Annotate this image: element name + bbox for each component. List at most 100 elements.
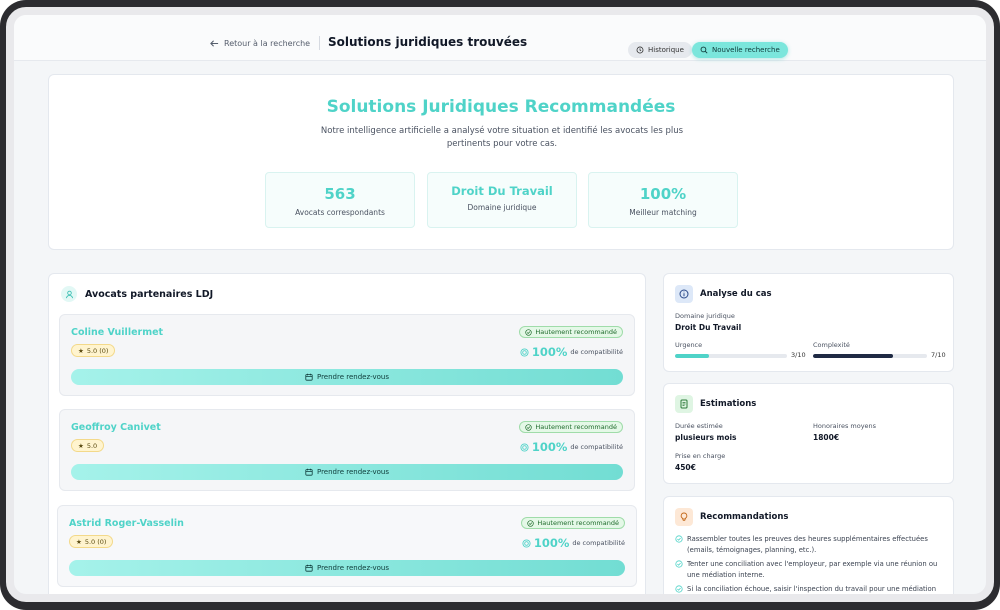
complexity-value: 7/10 <box>931 351 946 359</box>
compatibility: 100% de compatibilité <box>520 440 623 454</box>
urgency-bar-fill <box>675 354 709 358</box>
calendar-icon <box>305 468 313 476</box>
rating-value: 5.0 (0) <box>86 346 109 355</box>
lawyer-name[interactable]: Coline Vuillermet <box>71 327 163 338</box>
book-appointment-button[interactable]: Prendre rendez-vous <box>69 560 625 576</box>
recommended-label: Hautement recommandé <box>535 328 617 336</box>
rating-value: 5.0 (0) <box>84 537 107 546</box>
calendar-icon <box>305 564 313 572</box>
back-link-label: Retour à la recherche <box>224 39 311 48</box>
complexity-bar-fill <box>813 354 893 358</box>
check-circle-icon <box>525 423 533 431</box>
lawyer-name[interactable]: Astrid Roger-Vasselin <box>69 518 184 529</box>
book-appointment-button[interactable]: Prendre rendez-vous <box>71 464 623 480</box>
hero-panel: Solutions Juridiques Recommandées Notre … <box>48 74 954 250</box>
target-icon <box>522 538 531 548</box>
hero-description: Notre intelligence artificielle a analys… <box>320 126 684 149</box>
stat-value: 563 <box>324 185 356 203</box>
arrow-left-icon <box>210 40 219 47</box>
domain-label: Domaine juridique <box>675 312 735 320</box>
analysis-title: Analyse du cas <box>700 289 772 299</box>
star-icon: ★ <box>78 346 84 355</box>
compatibility: 100% de compatibilité <box>520 345 623 359</box>
complexity-label: Complexité <box>813 341 850 349</box>
recommendation-item: Rassembler toutes les preuves des heures… <box>675 534 943 556</box>
lawyer-card: Geoffroy Canivet ★ 5.0 Hautement recomman… <box>59 409 635 491</box>
device-frame: Retour à la recherche Solutions juridiqu… <box>0 0 1000 610</box>
recommendation-text: Rassembler toutes les preuves des heures… <box>687 535 928 554</box>
book-appointment-label: Prendre rendez-vous <box>316 373 389 381</box>
urgency-label: Urgence <box>675 341 703 349</box>
divider <box>319 36 320 50</box>
new-search-button[interactable]: Nouvelle recherche <box>692 42 788 58</box>
analysis-panel: Analyse du cas Domaine juridique Droit D… <box>663 273 954 372</box>
stat-label: Meilleur matching <box>629 208 697 217</box>
check-circle-icon <box>675 585 683 593</box>
duration-label: Durée estimée <box>675 422 723 430</box>
fees-label: Honoraires moyens <box>813 422 877 430</box>
recommended-label: Hautement recommandé <box>535 423 617 431</box>
lawyer-card: Astrid Roger-Vasselin ★ 5.0 (0) Hautement… <box>57 505 637 587</box>
hero-title: Solutions Juridiques Recommandées <box>326 97 676 117</box>
new-search-label: Nouvelle recherche <box>712 46 780 54</box>
compat-percent: 100% <box>531 345 568 359</box>
domain-value: Droit Du Travail <box>675 323 742 332</box>
calendar-icon <box>305 373 313 381</box>
recommendation-text: Si la conciliation échoue, saisir l'insp… <box>687 585 937 593</box>
book-appointment-label: Prendre rendez-vous <box>316 468 389 476</box>
lawyers-panel: Avocats partenaires LDJ Coline Vuillerme… <box>48 273 646 594</box>
check-circle-icon <box>527 519 535 527</box>
care-label: Prise en charge <box>675 452 726 460</box>
recommendations-title: Recommandations <box>700 512 789 522</box>
recommended-label: Hautement recommandé <box>537 519 619 527</box>
user-icon <box>61 286 77 302</box>
recommendations-header: Recommandations <box>675 508 788 526</box>
estimations-header: Estimations <box>675 395 756 413</box>
book-appointment-label: Prendre rendez-vous <box>316 564 389 572</box>
top-bar: Retour à la recherche Solutions juridiqu… <box>14 15 986 61</box>
recommendation-item: Tenter une conciliation avec l'employeur… <box>675 559 943 581</box>
recommendations-panel: Recommandations Rassembler toutes les pr… <box>663 496 954 594</box>
rating-badge: ★ 5.0 <box>71 439 105 452</box>
stat-label: Avocats correspondants <box>295 208 385 217</box>
fees-value: 1800€ <box>813 433 840 442</box>
rating-badge: ★ 5.0 (0) <box>71 344 116 357</box>
lawyers-panel-header: Avocats partenaires LDJ <box>61 286 213 302</box>
stat-value: Droit Du Travail <box>451 184 553 198</box>
stat-matching: 100% Meilleur matching <box>588 172 738 228</box>
lawyer-name[interactable]: Geoffroy Canivet <box>71 422 161 433</box>
back-link[interactable]: Retour à la recherche <box>210 39 310 48</box>
stat-value: 100% <box>639 185 687 203</box>
recommended-badge: Hautement recommandé <box>519 421 623 433</box>
recommended-badge: Hautement recommandé <box>521 517 625 529</box>
check-circle-icon <box>675 560 683 568</box>
info-icon <box>675 285 693 303</box>
rating-value: 5.0 <box>86 441 98 450</box>
star-icon: ★ <box>76 537 82 546</box>
complexity-bar <box>813 354 927 358</box>
app-screen: Retour à la recherche Solutions juridiqu… <box>6 7 994 602</box>
recommended-badge: Hautement recommandé <box>519 326 623 338</box>
recommendation-text: Tenter une conciliation avec l'employeur… <box>687 560 938 579</box>
check-circle-icon <box>675 535 683 543</box>
compat-label: de compatibilité <box>570 443 623 451</box>
estimations-panel: Estimations Durée estimée plusieurs mois… <box>663 383 954 484</box>
compat-label: de compatibilité <box>572 539 625 547</box>
star-icon: ★ <box>78 441 84 450</box>
stat-lawyers: 563 Avocats correspondants <box>265 172 415 228</box>
compat-label: de compatibilité <box>570 348 623 356</box>
check-circle-icon <box>525 328 533 336</box>
rating-badge: ★ 5.0 (0) <box>69 535 114 548</box>
lawyer-card: Coline Vuillermet ★ 5.0 (0) Hautement rec… <box>59 314 635 396</box>
estimations-title: Estimations <box>700 399 757 409</box>
urgency-value: 3/10 <box>791 351 806 359</box>
stat-label: Domaine juridique <box>467 203 537 212</box>
book-appointment-button[interactable]: Prendre rendez-vous <box>71 369 623 385</box>
analysis-header: Analyse du cas <box>675 285 772 303</box>
compat-percent: 100% <box>531 440 568 454</box>
document-icon <box>675 395 693 413</box>
urgency-bar <box>675 354 787 358</box>
target-icon <box>520 347 529 357</box>
history-button[interactable]: Historique <box>628 42 692 58</box>
search-icon <box>700 46 708 54</box>
